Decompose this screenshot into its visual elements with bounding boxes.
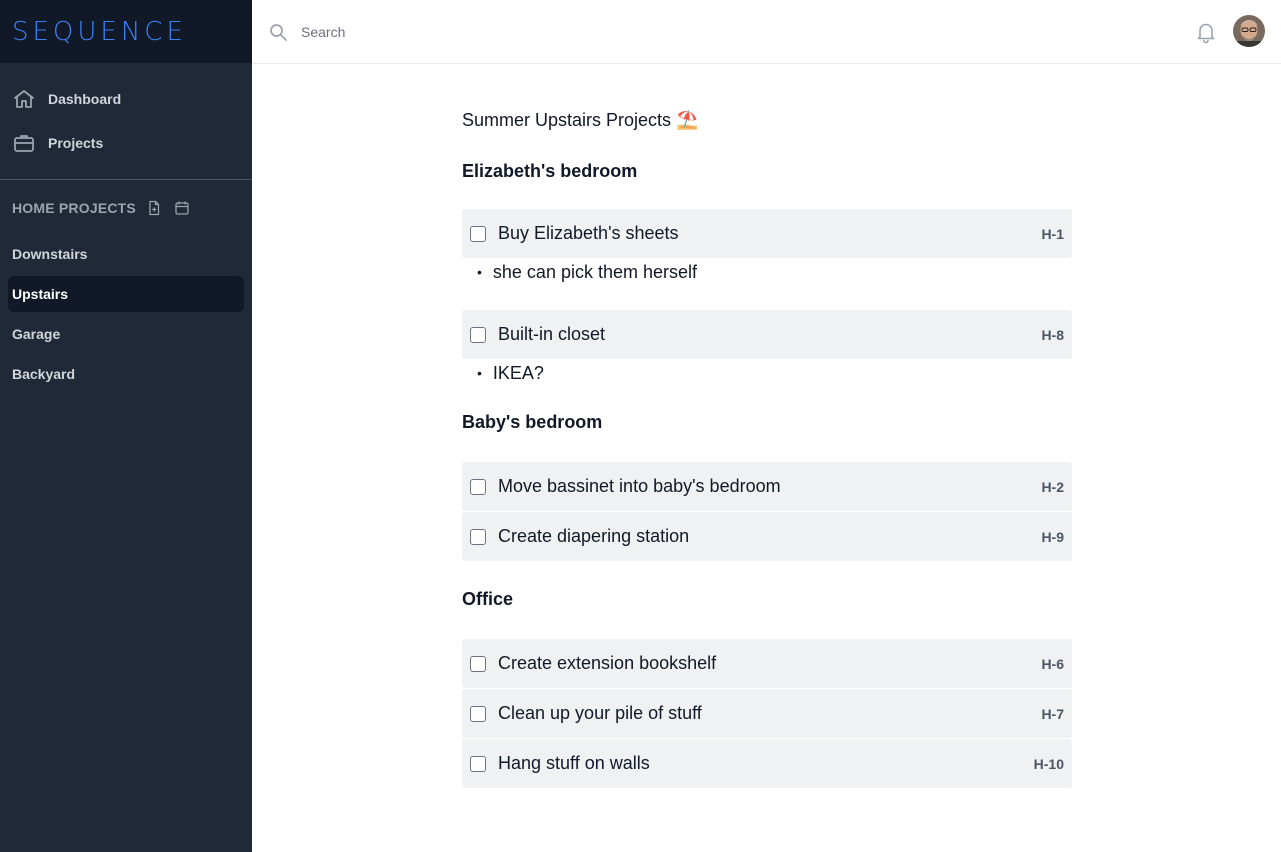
task-label[interactable]: Built-in closet [498,324,605,345]
sidebar-item-label: Backyard [12,366,76,382]
task-checkbox[interactable] [470,705,486,722]
task-code[interactable]: H-2 [1041,479,1064,495]
sidebar-item-upstairs[interactable]: Upstairs [8,276,244,312]
task-label[interactable]: Move bassinet into baby's bedroom [498,476,781,497]
task-row[interactable]: Move bassinet into baby's bedroom H-2 [462,462,1072,511]
task-row[interactable]: Hang stuff on walls H-10 [462,739,1072,788]
sidebar-item-garage[interactable]: Garage [8,316,244,352]
sidebar-item-downstairs[interactable]: Downstairs [8,236,244,272]
main-content: Summer Upstairs Projects ⛱️ Elizabeth's … [462,64,1072,788]
brand-bar: SEQUENCE [0,0,252,63]
section-header-home-projects: HOME PROJECTS [0,180,252,236]
nav-item-label: Dashboard [48,91,122,107]
task-checkbox[interactable] [470,655,486,672]
new-document-icon[interactable] [146,200,162,216]
nav-item-dashboard[interactable]: Dashboard [0,77,252,121]
briefcase-icon [12,131,36,155]
task-code[interactable]: H-7 [1041,706,1064,722]
bullet-icon: • [477,264,482,280]
search-input[interactable] [301,23,901,40]
sidebar-item-label: Upstairs [12,286,69,302]
task-code[interactable]: H-6 [1041,656,1064,672]
nav-item-projects[interactable]: Projects [0,121,252,165]
search-icon [268,22,288,42]
top-bar [252,0,1281,64]
task-row[interactable]: Buy Elizabeth's sheets H-1 [462,209,1072,258]
group-title-babys-bedroom: Baby's bedroom [462,412,603,432]
task-label[interactable]: Buy Elizabeth's sheets [498,223,679,244]
task-label[interactable]: Create diapering station [498,526,689,547]
calendar-icon[interactable] [174,200,190,216]
task-label[interactable]: Clean up your pile of stuff [498,703,702,724]
task-checkbox[interactable] [470,326,486,343]
task-checkbox[interactable] [470,528,486,545]
page-title: Summer Upstairs Projects ⛱️ [462,110,699,130]
task-label[interactable]: Hang stuff on walls [498,753,650,774]
task-row[interactable]: Create extension bookshelf H-6 [462,639,1072,688]
section-title: HOME PROJECTS [12,200,136,216]
task-checkbox[interactable] [470,755,486,772]
sidebar-item-backyard[interactable]: Backyard [8,356,244,392]
brand-logo[interactable]: SEQUENCE [12,17,187,47]
avatar[interactable] [1233,15,1265,47]
nav-item-label: Projects [48,135,104,151]
task-note: • she can pick them herself [462,258,1072,286]
sidebar-item-label: Garage [12,326,61,342]
sidebar: SEQUENCE Dashboard Projects HOME PROJECT… [0,0,252,852]
task-row[interactable]: Built-in closet H-8 [462,310,1072,359]
bell-icon[interactable] [1195,20,1217,44]
project-list: Downstairs Upstairs Garage Backyard [0,236,252,392]
main-nav: Dashboard Projects [0,63,252,180]
task-code[interactable]: H-1 [1041,226,1064,242]
task-checkbox[interactable] [470,225,486,242]
home-icon [12,87,36,111]
task-code[interactable]: H-9 [1041,529,1064,545]
task-label[interactable]: Create extension bookshelf [498,653,716,674]
task-note-text: IKEA? [492,362,544,383]
group-title-office: Office [462,589,514,609]
task-code[interactable]: H-8 [1041,327,1064,343]
sidebar-item-label: Downstairs [12,246,88,262]
bullet-icon: • [477,365,482,381]
task-code[interactable]: H-10 [1034,756,1064,772]
task-row[interactable]: Create diapering station H-9 [462,512,1072,561]
task-note: • IKEA? [462,359,1072,387]
task-row[interactable]: Clean up your pile of stuff H-7 [462,689,1072,738]
task-checkbox[interactable] [470,478,486,495]
task-note-text: she can pick them herself [492,261,698,282]
group-title-elizabeths-bedroom: Elizabeth's bedroom [462,161,638,181]
